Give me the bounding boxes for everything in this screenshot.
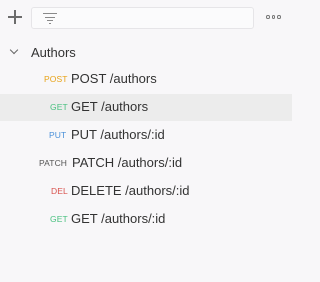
- plus-icon[interactable]: [7, 9, 23, 25]
- filter-input[interactable]: [31, 7, 254, 29]
- filter-funnel-icon: [43, 13, 57, 25]
- request-label: PUT /authors/:id: [71, 127, 165, 142]
- request-label: PATCH /authors/:id: [72, 155, 183, 170]
- chevron-down-icon[interactable]: [10, 47, 18, 55]
- more-horizontal-icon[interactable]: [266, 14, 282, 20]
- request-item-post-authors[interactable]: POST POST /authors: [0, 66, 292, 93]
- request-sidebar: Authors POST POST /authors GET GET /auth…: [0, 0, 292, 282]
- method-badge-get: GET: [50, 214, 68, 224]
- method-badge-delete: DEL: [51, 186, 68, 196]
- request-label: DELETE /authors/:id: [71, 183, 190, 198]
- sidebar-toolbar: [0, 0, 292, 36]
- request-label: GET /authors/:id: [71, 211, 166, 226]
- request-item-patch-authors-id[interactable]: PATCH PATCH /authors/:id: [0, 150, 292, 177]
- request-label: GET /authors: [71, 99, 149, 114]
- method-badge-put: PUT: [49, 130, 67, 140]
- folder-label: Authors: [31, 45, 76, 60]
- method-badge-get: GET: [50, 102, 68, 112]
- method-badge-patch: PATCH: [39, 158, 68, 168]
- request-label: POST /authors: [71, 71, 157, 86]
- request-item-get-authors-id[interactable]: GET GET /authors/:id: [0, 206, 292, 233]
- method-badge-post: POST: [44, 74, 68, 84]
- request-item-delete-authors-id[interactable]: DEL DELETE /authors/:id: [0, 178, 292, 205]
- request-item-get-authors[interactable]: GET GET /authors: [0, 94, 292, 121]
- folder-authors[interactable]: Authors: [0, 41, 292, 65]
- request-item-put-authors-id[interactable]: PUT PUT /authors/:id: [0, 122, 292, 149]
